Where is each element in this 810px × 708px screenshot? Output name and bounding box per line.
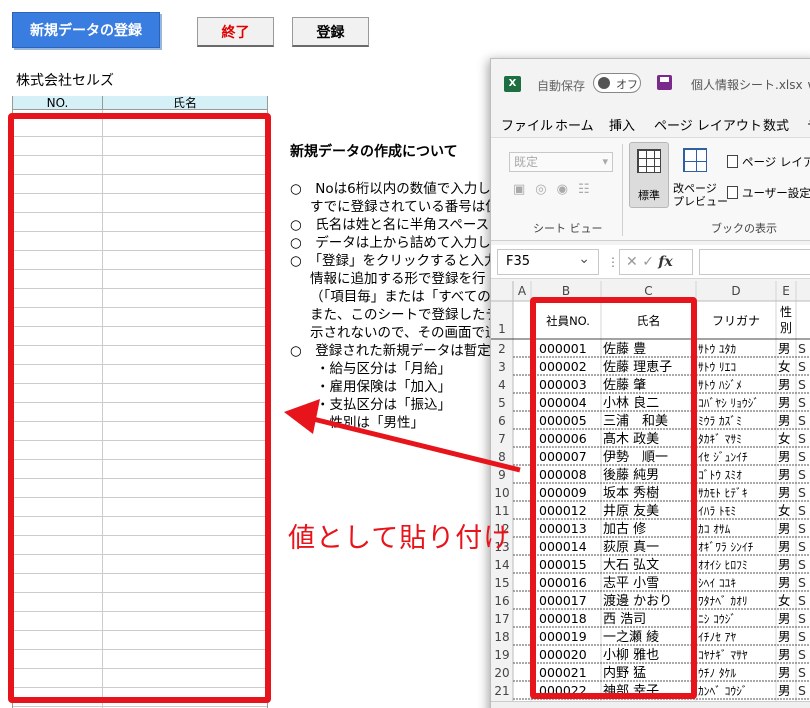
paste-as-values-annotation: 値として貼り付け <box>288 523 512 554</box>
arrow-annotation <box>284 399 521 473</box>
arrow-line <box>304 414 521 473</box>
arrow-head-icon <box>284 399 320 434</box>
